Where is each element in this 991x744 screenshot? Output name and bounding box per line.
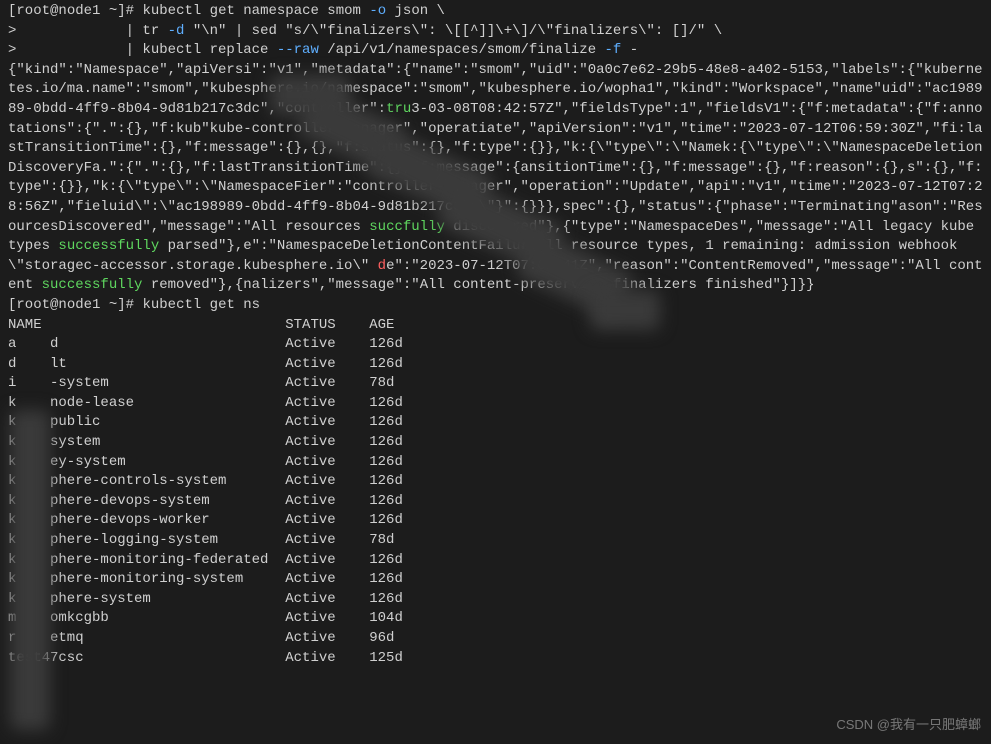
redaction-patch xyxy=(10,410,50,730)
json-segment: -accessor.storage.kubesphere.io\" xyxy=(92,258,378,274)
table-row: k node-lease Active 126d xyxy=(8,394,983,414)
table-row: k system Active 126d xyxy=(8,433,983,453)
json-segment: successfully xyxy=(58,238,159,254)
table-row: k phere-monitoring-federated Active 126d xyxy=(8,551,983,571)
table-row: k phere-devops-system Active 126d xyxy=(8,492,983,512)
table-row: r etmq Active 96d xyxy=(8,629,983,649)
namespace-table: NAME STATUS AGEa d Active 126dd lt Activ… xyxy=(8,316,983,669)
json-segment: {"kind":"Namespace","apiVersi xyxy=(8,62,252,78)
json-segment: pha1","kind":"Workspace","name xyxy=(621,81,873,97)
table-row: k phere-logging-system Active 78d xyxy=(8,531,983,551)
json-segment: er":"controller-manager","operation":"Up… xyxy=(310,179,730,195)
table-row: test47csc Active 125d xyxy=(8,649,983,669)
json-segment: successfully xyxy=(42,277,143,293)
table-row: k public Active 126d xyxy=(8,413,983,433)
table-row: k phere-controls-system Active 126d xyxy=(8,472,983,492)
cmd-cont-2: > | kubectl replace --raw /api/v1/namesp… xyxy=(8,41,983,61)
json-segment: tru xyxy=(386,101,411,117)
terminal-output[interactable]: [root@node1 ~]# kubectl get namespace sm… xyxy=(8,2,983,668)
table-row: m omkcgbb Active 104d xyxy=(8,609,983,629)
json-segment: ansitionTime":{},"f:message":{},"f:reaso… xyxy=(521,160,907,176)
table-row: a d Active 126d xyxy=(8,335,983,355)
watermark: CSDN @我有一只肥蟑螂 xyxy=(836,716,981,734)
redaction-patch xyxy=(590,290,660,330)
prompt-line-1: [root@node1 ~]# kubectl get namespace sm… xyxy=(8,2,983,22)
cmd-cont-1: > | tr -d "\n" | sed "s/\"finalizers\": … xyxy=(8,22,983,42)
table-row: k phere-system Active 126d xyxy=(8,590,983,610)
json-segment: parsed"}, xyxy=(159,238,243,254)
json-segment: ate","apiVersion":"v1","time":"2023-07-1… xyxy=(487,121,957,137)
json-segment: succ xyxy=(369,219,403,235)
prompt-line-2: [root@node1 ~]# kubectl get ns xyxy=(8,296,983,316)
table-row: i -system Active 78d xyxy=(8,374,983,394)
table-row: d lt Active 126d xyxy=(8,355,983,375)
table-row: k phere-devops-worker Active 126d xyxy=(8,511,983,531)
json-segment: removed"},{ xyxy=(142,277,243,293)
json-segment: spec":{},"status":{"phase":"Terminating" xyxy=(563,199,899,215)
json-segment: d xyxy=(378,258,386,274)
table-row: k ey-system Active 126d xyxy=(8,453,983,473)
json-output: {"kind":"Namespace","apiVersi":"v1","met… xyxy=(8,61,983,296)
table-header: NAME STATUS AGE xyxy=(8,316,983,336)
json-segment: 3-03-08T08:42:57Z","fieldsType": xyxy=(411,101,680,117)
table-row: k phere-monitoring-system Active 126d xyxy=(8,570,983,590)
